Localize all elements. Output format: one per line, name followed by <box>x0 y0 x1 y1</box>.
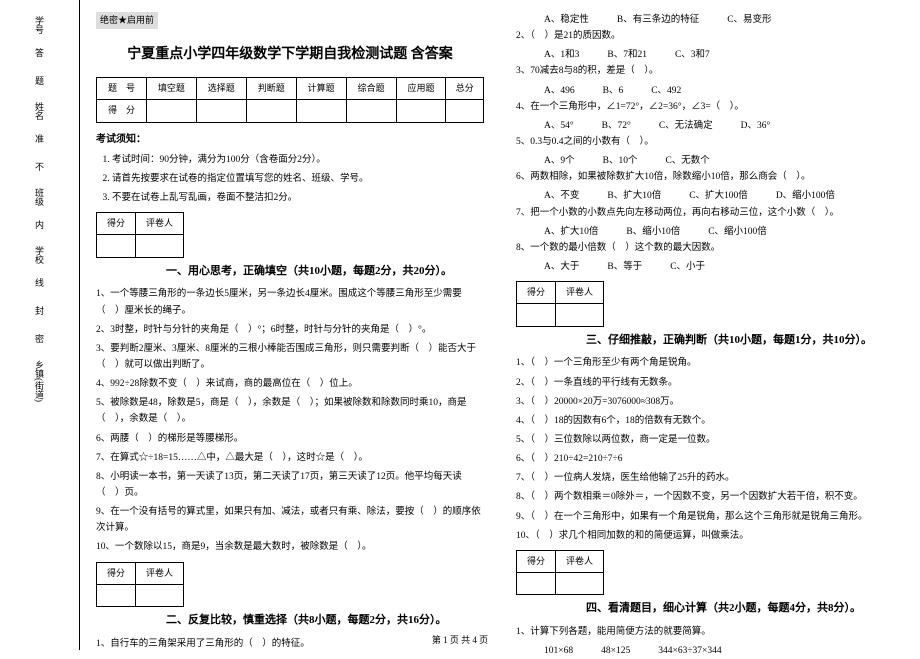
table-row: 题 号 填空题 选择题 判断题 计算题 综合题 应用题 总分 <box>97 78 484 100</box>
s3-q6: 6、（ ）210÷42=210÷7÷6 <box>516 451 904 467</box>
s1-q7: 7、在算式☆÷18=15……△中，△最大是（ ），这时☆是（ ）。 <box>96 450 484 466</box>
binding-field-xh: 学号 <box>33 16 46 34</box>
s3-q3: 3、（ ）20000×20万=3076000≈308万。 <box>516 394 904 410</box>
binding-field-xx: 学校 <box>33 246 46 264</box>
s3-q10: 10、（ ）求几个相同加数的和的简便运算，叫做乘法。 <box>516 528 904 544</box>
s1-q2: 2、3时整，时针与分针的夹角是（ ）°；6时整，时针与分针的夹角是（ ）°。 <box>96 322 484 338</box>
binding-field-xz: 乡镇(街道) <box>33 360 46 402</box>
binding-zone-0: 答 <box>33 48 46 60</box>
binding-field-bj: 班级 <box>33 188 46 206</box>
grader-label: 评卷人 <box>136 213 184 235</box>
binding-zone-6: 封 <box>33 306 46 318</box>
s3-q2: 2、（ ）一条直线的平行线有无数条。 <box>516 375 904 391</box>
binding-field-xm: 姓名 <box>33 102 46 120</box>
s3-q4: 4、（ ）18的因数有6个，18的倍数有无数个。 <box>516 413 904 429</box>
s1-q10: 10、一个数除以15，商是9，当余数是最大数时，被除数是（ ）。 <box>96 539 484 555</box>
s3-q8: 8、（ ）两个数相乘＝0除外＝，一个因数不变，另一个因数扩大若干倍，积不变。 <box>516 489 904 505</box>
section-2-heading: 二、反复比较，慎重选择（共8小题，每题2分，共16分）。 <box>96 611 484 630</box>
binding-zone-2: 准 <box>33 134 46 146</box>
notice-list: 考试时间：90分钟，满分为100分（含卷面分2分）。 请首先按要求在试卷的指定位… <box>96 152 484 206</box>
column-right: A、稳定性B、有三条边的特征C、易变形 2、（ ）是21的质因数。 A、1和3B… <box>500 0 920 650</box>
s1-q9: 9、在一个没有括号的算式里，如果只有加、减法，或者只有乘、除法，要按（ ）的顺序… <box>96 504 484 536</box>
s1-q8: 8、小明读一本书，第一天读了13页，第二天读了17页，第三天读了12页。他平均每… <box>96 469 484 501</box>
score-header-table: 题 号 填空题 选择题 判断题 计算题 综合题 应用题 总分 得 分 <box>96 77 484 123</box>
notice-title: 考试须知： <box>96 131 484 148</box>
s2-q2: 2、（ ）是21的质因数。 <box>516 28 904 44</box>
list-item: 考试时间：90分钟，满分为100分（含卷面分2分）。 <box>112 152 484 168</box>
s1-q5: 5、被除数是48，除数是5，商是（ ），余数是（ ）；如果被除数和除数同时乘10… <box>96 395 484 427</box>
hdr-cell: 题 号 <box>97 78 147 100</box>
list-item: 不要在试卷上乱写乱画，卷面不整洁扣2分。 <box>112 190 484 206</box>
hdr-cell: 判断题 <box>246 78 296 100</box>
binding-margin: 学号 答 题 姓名 准 不 班级 内 学校 线 封 密 乡镇(街道) <box>0 0 80 650</box>
s3-q9: 9、（ ）在一个三角形中，如果有一个角是锐角，那么这个三角形就是锐角三角形。 <box>516 509 904 525</box>
content-area: 绝密★启用前 宁夏重点小学四年级数学下学期自我检测试题 含答案 题 号 填空题 … <box>80 0 920 650</box>
s1-q4: 4、992÷28除数不变（ ）来试商，商的最高位在（ ）位上。 <box>96 376 484 392</box>
hdr-cell: 综合题 <box>346 78 396 100</box>
s1-q6: 6、两腰（ ）的梯形是等腰梯形。 <box>96 431 484 447</box>
s2-q4: 4、在一个三角形中，∠1=72°，∠2=36°，∠3=（ ）。 <box>516 99 904 115</box>
s2-q5: 5、0.3与0.4之间的小数有（ ）。 <box>516 134 904 150</box>
hdr-cell: 填空题 <box>146 78 196 100</box>
hdr-cell: 得 分 <box>97 100 147 122</box>
hdr-cell: 选择题 <box>196 78 246 100</box>
hdr-cell: 总分 <box>446 78 484 100</box>
s3-q1: 1、（ ）一个三角形至少有两个角是锐角。 <box>516 355 904 371</box>
section-4-heading: 四、看清题目，细心计算（共2小题，每题4分，共8分）。 <box>516 599 904 618</box>
s1-q3: 3、要判断2厘米、3厘米、8厘米的三根小棒能否围成三角形，则只需要判断（ ）能否… <box>96 341 484 373</box>
s3-q5: 5、（ ）三位数除以两位数，商一定是一位数。 <box>516 432 904 448</box>
hdr-cell: 计算题 <box>296 78 346 100</box>
secret-badge: 绝密★启用前 <box>96 12 158 29</box>
section-1-heading: 一、用心思考，正确填空（共10小题，每题2分，共20分）。 <box>96 262 484 281</box>
s2-q6: 6、两数相除，如果被除数扩大10倍，除数缩小10倍，那么商会（ ）。 <box>516 169 904 185</box>
s2-q7: 7、把一个小数的小数点先向左移动两位，再向右移动三位，这个小数（ ）。 <box>516 205 904 221</box>
section-score-box: 得分评卷人 <box>516 281 604 327</box>
binding-zone-3: 不 <box>33 162 46 174</box>
binding-zone-4: 内 <box>33 220 46 232</box>
section-score-box: 得分评卷人 <box>96 562 184 608</box>
binding-zone-5: 线 <box>33 278 46 290</box>
table-row: 得 分 <box>97 100 484 122</box>
section-score-box: 得分评卷人 <box>96 212 184 258</box>
s2-q3: 3、70减去8与8的积，差是（ ）。 <box>516 63 904 79</box>
page-wrapper: 学号 答 题 姓名 准 不 班级 内 学校 线 封 密 乡镇(街道) 绝密★启用… <box>0 0 920 650</box>
score-label: 得分 <box>97 213 136 235</box>
binding-zone-1: 题 <box>33 76 46 88</box>
s1-q1: 1、一个等腰三角形的一条边长5厘米，另一条边长4厘米。围成这个等腰三角形至少需要… <box>96 286 484 318</box>
binding-zone-7: 密 <box>33 334 46 346</box>
section-score-box: 得分评卷人 <box>516 550 604 596</box>
s3-q7: 7、（ ）一位病人发烧，医生给他输了25升的药水。 <box>516 470 904 486</box>
s2-q8: 8、一个数的最小倍数（ ）这个数的最大因数。 <box>516 240 904 256</box>
exam-title: 宁夏重点小学四年级数学下学期自我检测试题 含答案 <box>96 43 484 67</box>
section-3-heading: 三、仔细推敲，正确判断（共10小题，每题1分，共10分）。 <box>516 331 904 350</box>
page-footer: 第 1 页 共 4 页 <box>0 633 920 646</box>
column-left: 绝密★启用前 宁夏重点小学四年级数学下学期自我检测试题 含答案 题 号 填空题 … <box>80 0 500 650</box>
list-item: 请首先按要求在试卷的指定位置填写您的姓名、班级、学号。 <box>112 171 484 187</box>
hdr-cell: 应用题 <box>396 78 446 100</box>
s2-q1-opts: A、稳定性B、有三条边的特征C、易变形 <box>516 12 904 28</box>
